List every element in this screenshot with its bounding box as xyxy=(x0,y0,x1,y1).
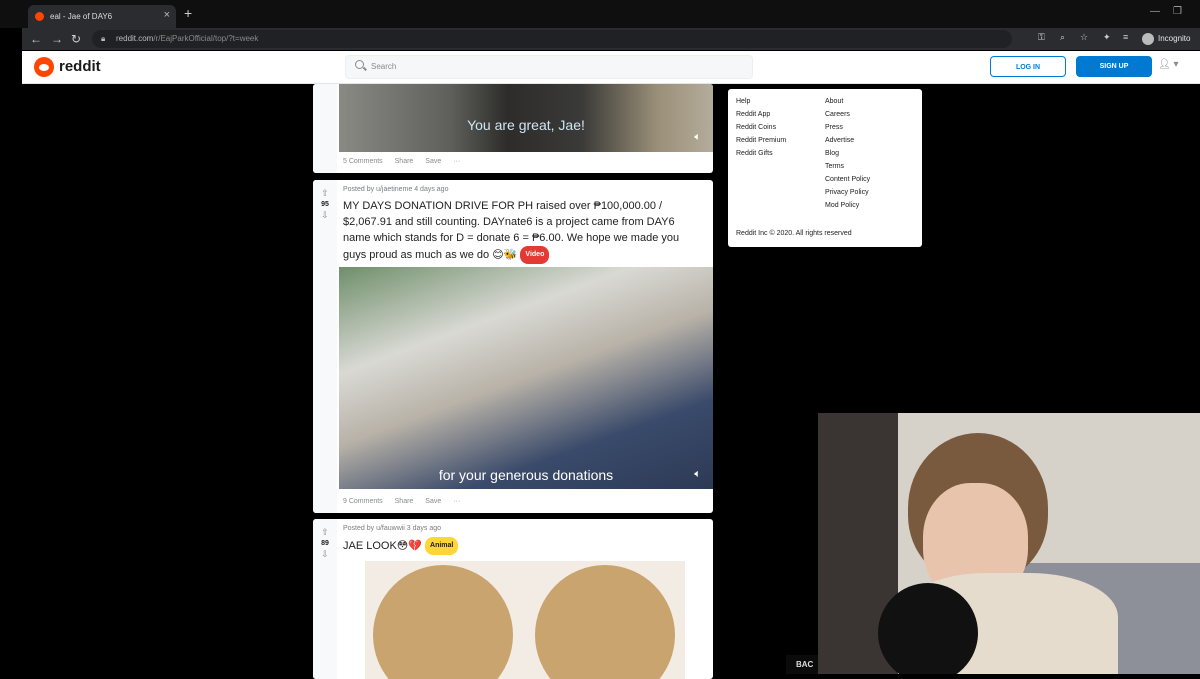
comments-button[interactable]: 9 Comments xyxy=(343,498,383,505)
incognito-indicator[interactable]: Incognito xyxy=(1142,31,1190,47)
footer-link[interactable]: Reddit Premium xyxy=(736,137,786,150)
post-title-text: MY DAYS DONATION DRIVE FOR PH raised ove… xyxy=(343,200,680,261)
post-card[interactable]: ⇧ 89 ⇩ Posted by u/fauwwii 3 days ago JA… xyxy=(313,519,713,679)
video-caption: You are great, Jae! xyxy=(467,117,585,133)
url-host: reddit.com xyxy=(116,34,154,43)
vote-score: 95 xyxy=(321,201,329,208)
reddit-wordmark[interactable]: reddit xyxy=(59,58,101,75)
more-options-button[interactable]: ··· xyxy=(453,158,460,165)
incognito-label: Incognito xyxy=(1158,34,1191,43)
reload-icon[interactable]: ↻ xyxy=(71,32,81,46)
post-image[interactable] xyxy=(365,561,525,679)
search-placeholder: Search xyxy=(371,62,397,71)
save-button[interactable]: Save xyxy=(425,158,441,165)
browser-tab[interactable]: eal - Jae of DAY6 × xyxy=(28,5,176,28)
back-icon[interactable]: ← xyxy=(30,32,42,46)
new-tab-icon[interactable]: + xyxy=(184,5,192,21)
webcam-overlay xyxy=(818,413,1200,674)
post-meta: Posted by u/fauwwii 3 days ago xyxy=(343,525,442,532)
post-meta: Posted by u/jaetineme 4 days ago xyxy=(343,186,449,193)
kitten-photo xyxy=(535,565,675,679)
video-player[interactable]: for your generous donations 🔈︎ xyxy=(339,267,713,489)
search-icon xyxy=(355,60,364,69)
share-button[interactable]: Share xyxy=(395,158,414,165)
share-button[interactable]: Share xyxy=(395,498,414,505)
incognito-icon xyxy=(1142,32,1154,45)
search-icon[interactable]: ⌕ xyxy=(1060,32,1065,43)
minimize-icon[interactable]: — xyxy=(1150,6,1160,17)
kitten-photo xyxy=(373,565,513,679)
post-card[interactable]: You are great, Jae! 🔈︎ 5 Comments Share … xyxy=(313,84,713,173)
reading-list-icon[interactable]: ≡ xyxy=(1123,32,1128,42)
footer-link[interactable]: Press xyxy=(825,124,870,137)
reddit-favicon-icon xyxy=(35,12,44,21)
back-to-top-button[interactable]: BAC xyxy=(786,655,818,674)
footer-link[interactable]: Mod Policy xyxy=(825,202,870,215)
restore-icon[interactable]: ❐ xyxy=(1173,6,1182,17)
post-title[interactable]: JAE LOOK😳💔 Animal xyxy=(343,537,703,555)
webcam-microphone xyxy=(878,583,978,674)
downvote-icon[interactable]: ⇩ xyxy=(313,549,337,560)
post-card[interactable]: ⇧ 95 ⇩ Posted by u/jaetineme 4 days ago … xyxy=(313,180,713,513)
footer-link[interactable]: Terms xyxy=(825,163,870,176)
footer-link[interactable]: Reddit Coins xyxy=(736,124,786,137)
footer-links-column: Help Reddit App Reddit Coins Reddit Prem… xyxy=(736,98,786,163)
lock-icon: 🔒︎ xyxy=(101,34,106,43)
close-icon[interactable]: × xyxy=(164,9,170,21)
reddit-logo-icon[interactable] xyxy=(34,57,54,77)
vote-column: ⇧ 89 ⇩ xyxy=(313,519,337,679)
footer-link[interactable]: Help xyxy=(736,98,786,111)
upvote-icon[interactable]: ⇧ xyxy=(313,527,337,538)
footer-link[interactable]: Careers xyxy=(825,111,870,124)
volume-icon[interactable]: 🔈︎ xyxy=(694,468,701,481)
address-bar[interactable]: 🔒︎ reddit.com/r/EajParkOfficial/top/?t=w… xyxy=(92,30,1012,48)
forward-icon[interactable]: → xyxy=(51,32,63,46)
extensions-icon[interactable]: ✦ xyxy=(1103,32,1111,43)
post-flair[interactable]: Video xyxy=(520,246,550,264)
tab-title: eal - Jae of DAY6 xyxy=(50,12,113,21)
url-path: /r/EajParkOfficial/top/?t=week xyxy=(153,34,259,43)
footer-link[interactable]: About xyxy=(825,98,870,111)
volume-icon[interactable]: 🔈︎ xyxy=(694,131,701,144)
footer-links-card: Help Reddit App Reddit Coins Reddit Prem… xyxy=(728,89,922,247)
footer-link[interactable]: Blog xyxy=(825,150,870,163)
upvote-icon[interactable]: ⇧ xyxy=(313,188,337,199)
post-image[interactable] xyxy=(525,561,685,679)
video-caption: for your generous donations xyxy=(438,467,614,483)
search-input[interactable]: Search xyxy=(345,55,753,79)
comments-button[interactable]: 5 Comments xyxy=(343,158,383,165)
footer-link[interactable]: Content Policy xyxy=(825,176,870,189)
user-menu-icon[interactable]: 👤︎ ▾ xyxy=(1158,59,1179,70)
vote-score: 89 xyxy=(321,540,329,547)
post-flair[interactable]: Animal xyxy=(425,537,459,555)
more-options-button[interactable]: ··· xyxy=(453,498,460,505)
footer-link[interactable]: Reddit App xyxy=(736,111,786,124)
video-player[interactable]: You are great, Jae! 🔈︎ xyxy=(339,84,713,152)
footer-link[interactable]: Reddit Gifts xyxy=(736,150,786,163)
star-icon[interactable]: ☆ xyxy=(1080,32,1088,43)
vote-column: ⇧ 95 ⇩ xyxy=(313,180,337,513)
post-title-text: JAE LOOK😳💔 xyxy=(343,539,422,552)
footer-links-column: About Careers Press Advertise Blog Terms… xyxy=(825,98,870,215)
reddit-header: reddit Search LOG IN SIGN UP 👤︎ ▾ xyxy=(22,51,1200,84)
footer-link[interactable]: Privacy Policy xyxy=(825,189,870,202)
browser-toolbar: ← → ↻ 🔒︎ reddit.com/r/EajParkOfficial/to… xyxy=(22,28,1200,50)
post-actions: 5 Comments Share Save ··· xyxy=(343,158,470,165)
key-icon[interactable]: ⚿ xyxy=(1038,32,1045,43)
copyright-text: Reddit Inc © 2020. All rights reserved xyxy=(736,230,852,237)
post-title[interactable]: MY DAYS DONATION DRIVE FOR PH raised ove… xyxy=(343,198,703,264)
login-button[interactable]: LOG IN xyxy=(990,56,1066,77)
post-actions: 9 Comments Share Save ··· xyxy=(343,498,470,505)
footer-link[interactable]: Advertise xyxy=(825,137,870,150)
save-button[interactable]: Save xyxy=(425,498,441,505)
signup-button[interactable]: SIGN UP xyxy=(1076,56,1152,77)
downvote-icon[interactable]: ⇩ xyxy=(313,210,337,221)
vote-column xyxy=(313,84,337,173)
browser-tab-strip: eal - Jae of DAY6 × + — ❐ xyxy=(0,0,1200,28)
